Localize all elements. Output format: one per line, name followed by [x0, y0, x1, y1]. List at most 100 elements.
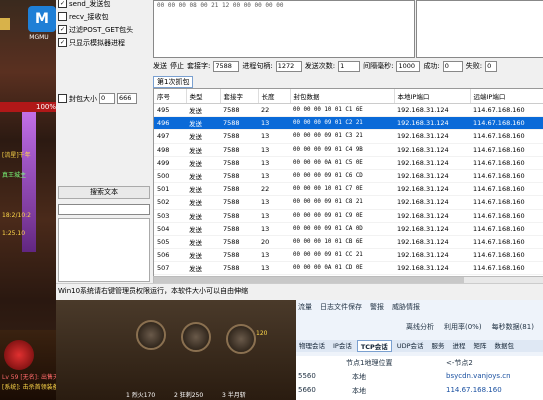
cell-remote: 114.67.168.160 [470, 222, 543, 236]
menu-traffic[interactable]: 流量 [298, 302, 312, 312]
packet-row[interactable]: 499 发送 7588 13 00 00 00 0A 01 C5 0E 192.168.3… [154, 156, 543, 170]
packet-size-label: 封包大小 [69, 94, 97, 103]
tab-ip[interactable]: IP会话 [330, 340, 355, 352]
packet-row[interactable]: 501 发送 7588 22 00 00 00 10 01 C7 0E 192.168.3… [154, 182, 543, 197]
search-text-input[interactable] [58, 204, 150, 215]
packet-row[interactable]: 495 发送 7588 22 00 00 00 10 01 C1 6E 192.168.3… [154, 103, 543, 118]
cell-data: 00 00 00 10 01 C1 6E [290, 103, 394, 118]
menu-alarm[interactable]: 警报 [370, 302, 384, 312]
cell-remote: 114.67.168.160 [470, 235, 543, 250]
socket-label: 套接字: [187, 62, 211, 70]
packet-size-from-input[interactable]: 0 [99, 93, 115, 104]
recv-checkbox[interactable] [58, 12, 67, 21]
menu-log-save[interactable]: 日志文件保存 [320, 302, 362, 312]
col-socket[interactable]: 套接字 [220, 89, 259, 104]
stop-button[interactable]: 停止 [170, 61, 184, 71]
cell-length: 13 [258, 209, 290, 223]
col-seq[interactable]: 序号 [154, 89, 187, 104]
cell-local: 192.168.31.124 [394, 103, 470, 118]
tab-physical[interactable]: 物理会话 [296, 340, 328, 352]
cell-remote: 114.67.168.160 [470, 248, 543, 263]
send-checkbox[interactable]: ✓ [58, 0, 67, 8]
cell-type: 发送 [186, 156, 220, 170]
send-button[interactable]: 发送 [153, 61, 167, 71]
cell-type: 发送 [186, 222, 220, 236]
col-type[interactable]: 类型 [186, 89, 221, 104]
skill-label-3: 3 半月斩 [222, 392, 246, 399]
cell-data: 00 00 00 0A 01 CD 0E [290, 261, 394, 276]
col-node1[interactable]: 节点1地理位置 [346, 358, 392, 368]
skill-slot-2[interactable] [181, 322, 211, 352]
col-node2[interactable]: <-节点2 [446, 358, 473, 368]
process-input[interactable]: 1272 [275, 60, 302, 72]
option-emulator-only[interactable]: ✓ 只显示模拟器进程 [58, 36, 150, 49]
send-option-label: send_发送包 [69, 0, 111, 8]
interval-input[interactable]: 1000 [396, 60, 421, 72]
game-chat-2: [系统]: 击杀首领装备 [2, 384, 56, 391]
packet-row[interactable]: 500 发送 7588 13 00 00 00 09 01 C6 CD 192.168.3… [154, 169, 543, 184]
send-toolbar: 发送 停止 套接字: 7588 进程句柄: 1272 发送次数: 1 间隔毫秒:… [153, 58, 543, 74]
search-result-box[interactable] [58, 218, 150, 282]
success-input[interactable]: 0 [442, 60, 463, 72]
packet-row[interactable]: 502 发送 7588 13 00 00 00 09 01 C8 21 192.168.3… [154, 195, 543, 210]
emulator-checkbox[interactable]: ✓ [58, 38, 67, 47]
packet-size-to-input[interactable]: 666 [117, 93, 137, 104]
tab-matrix[interactable]: 矩阵 [471, 340, 490, 352]
col-remote[interactable]: 远端IP端口 [470, 89, 543, 104]
cell-socket: 7588 [220, 195, 258, 210]
col-data[interactable]: 封包数据 [290, 89, 395, 104]
session-2-node2[interactable]: 114.67.168.160 [446, 386, 502, 394]
packet-row[interactable]: 496 发送 7588 13 00 00 00 09 01 C2 21 192.168.3… [154, 116, 543, 131]
offline-analysis[interactable]: 离线分析 [406, 322, 434, 332]
packet-size-checkbox[interactable] [58, 94, 67, 103]
tab-udp[interactable]: UDP会话 [394, 340, 427, 352]
search-text-button[interactable]: 搜索文本 [58, 186, 150, 199]
tab-tcp[interactable]: TCP会话 [356, 340, 392, 352]
packet-row[interactable]: 503 发送 7588 13 00 00 00 09 01 C9 0E 192.168.3… [154, 209, 543, 223]
packet-row[interactable]: 505 发送 7588 20 00 00 00 10 01 CB 6E 192.168.3… [154, 235, 543, 250]
socket-input[interactable]: 7588 [213, 60, 240, 72]
option-send[interactable]: ✓ send_发送包 [58, 0, 150, 10]
packet-list[interactable]: 序号 类型 套接字 长度 封包数据 本地IP端口 远端IP端口 495 发送 758… [153, 88, 543, 278]
skill-slot-3[interactable] [226, 324, 256, 354]
send-count-input[interactable]: 1 [338, 60, 361, 72]
packet-row[interactable]: 497 发送 7588 13 00 00 00 09 01 C3 21 192.168.3… [154, 129, 543, 144]
fail-input[interactable]: 0 [485, 60, 498, 72]
tab-capture-1[interactable]: 第1次抓包 [153, 76, 194, 88]
packet-row[interactable]: 504 发送 7588 13 00 00 00 09 01 CA 0D 192.168.3… [154, 222, 543, 236]
packet-text-view[interactable] [416, 0, 543, 58]
col-length[interactable]: 长度 [258, 89, 291, 104]
skill-slot-1[interactable] [136, 320, 166, 350]
option-filter-post-get[interactable]: ✓ 过滤POST_GET包头 [58, 23, 150, 36]
cell-socket: 7588 [220, 209, 258, 223]
cell-remote: 114.67.168.160 [470, 195, 543, 210]
cell-data: 00 00 00 09 01 C4 9B [290, 143, 394, 157]
session-1-node2[interactable]: bsycdn.vanjoys.cn [446, 372, 511, 380]
tab-process[interactable]: 进程 [450, 340, 469, 352]
option-recv[interactable]: recv_接收包 [58, 10, 150, 23]
packet-table-body: 495 发送 7588 22 00 00 00 10 01 C1 6E 192.168.3… [154, 103, 543, 277]
tab-service[interactable]: 服务 [429, 340, 448, 352]
packet-row[interactable]: 507 发送 7588 13 00 00 00 0A 01 CD 0E 192.168.3… [154, 261, 543, 276]
cell-remote: 114.67.168.160 [470, 209, 543, 223]
col-local[interactable]: 本地IP端口 [394, 89, 471, 104]
session-2-node1: 本地 [352, 387, 366, 395]
hp-orb [4, 340, 34, 370]
cell-remote: 114.67.168.160 [470, 143, 543, 157]
tab-packets[interactable]: 数据包 [492, 340, 518, 352]
packet-hex-editor[interactable]: 00 00 00 08 00 21 12 00 00 00 00 00 [153, 0, 415, 58]
cell-local: 192.168.31.124 [394, 116, 470, 131]
cell-local: 192.168.31.124 [394, 169, 470, 184]
packet-row[interactable]: 498 发送 7588 13 00 00 00 09 01 C4 9B 192.168.3… [154, 143, 543, 157]
cell-local: 192.168.31.124 [394, 129, 470, 144]
mgmu-app-icon[interactable]: M [28, 6, 56, 32]
network-monitor-panel: 流量 日志文件保存 警报 威胁情报 离线分析 利用率(0%) 每秒数据(81) … [296, 300, 543, 400]
cell-local: 192.168.31.124 [394, 261, 470, 276]
menu-threat-intel[interactable]: 威胁情报 [392, 302, 420, 312]
capture-tabs: 第1次抓包 [153, 76, 543, 88]
tcp-session-list[interactable]: 节点1地理位置 <-节点2 5560 本地 bsycdn.vanjoys.cn … [296, 356, 543, 400]
filter-checkbox[interactable]: ✓ [58, 25, 67, 34]
cell-remote: 114.67.168.160 [470, 182, 543, 197]
packet-row[interactable]: 506 发送 7588 13 00 00 00 09 01 CC 21 192.168.3… [154, 248, 543, 263]
game-text-3: 18:2/10:2 [2, 212, 31, 219]
